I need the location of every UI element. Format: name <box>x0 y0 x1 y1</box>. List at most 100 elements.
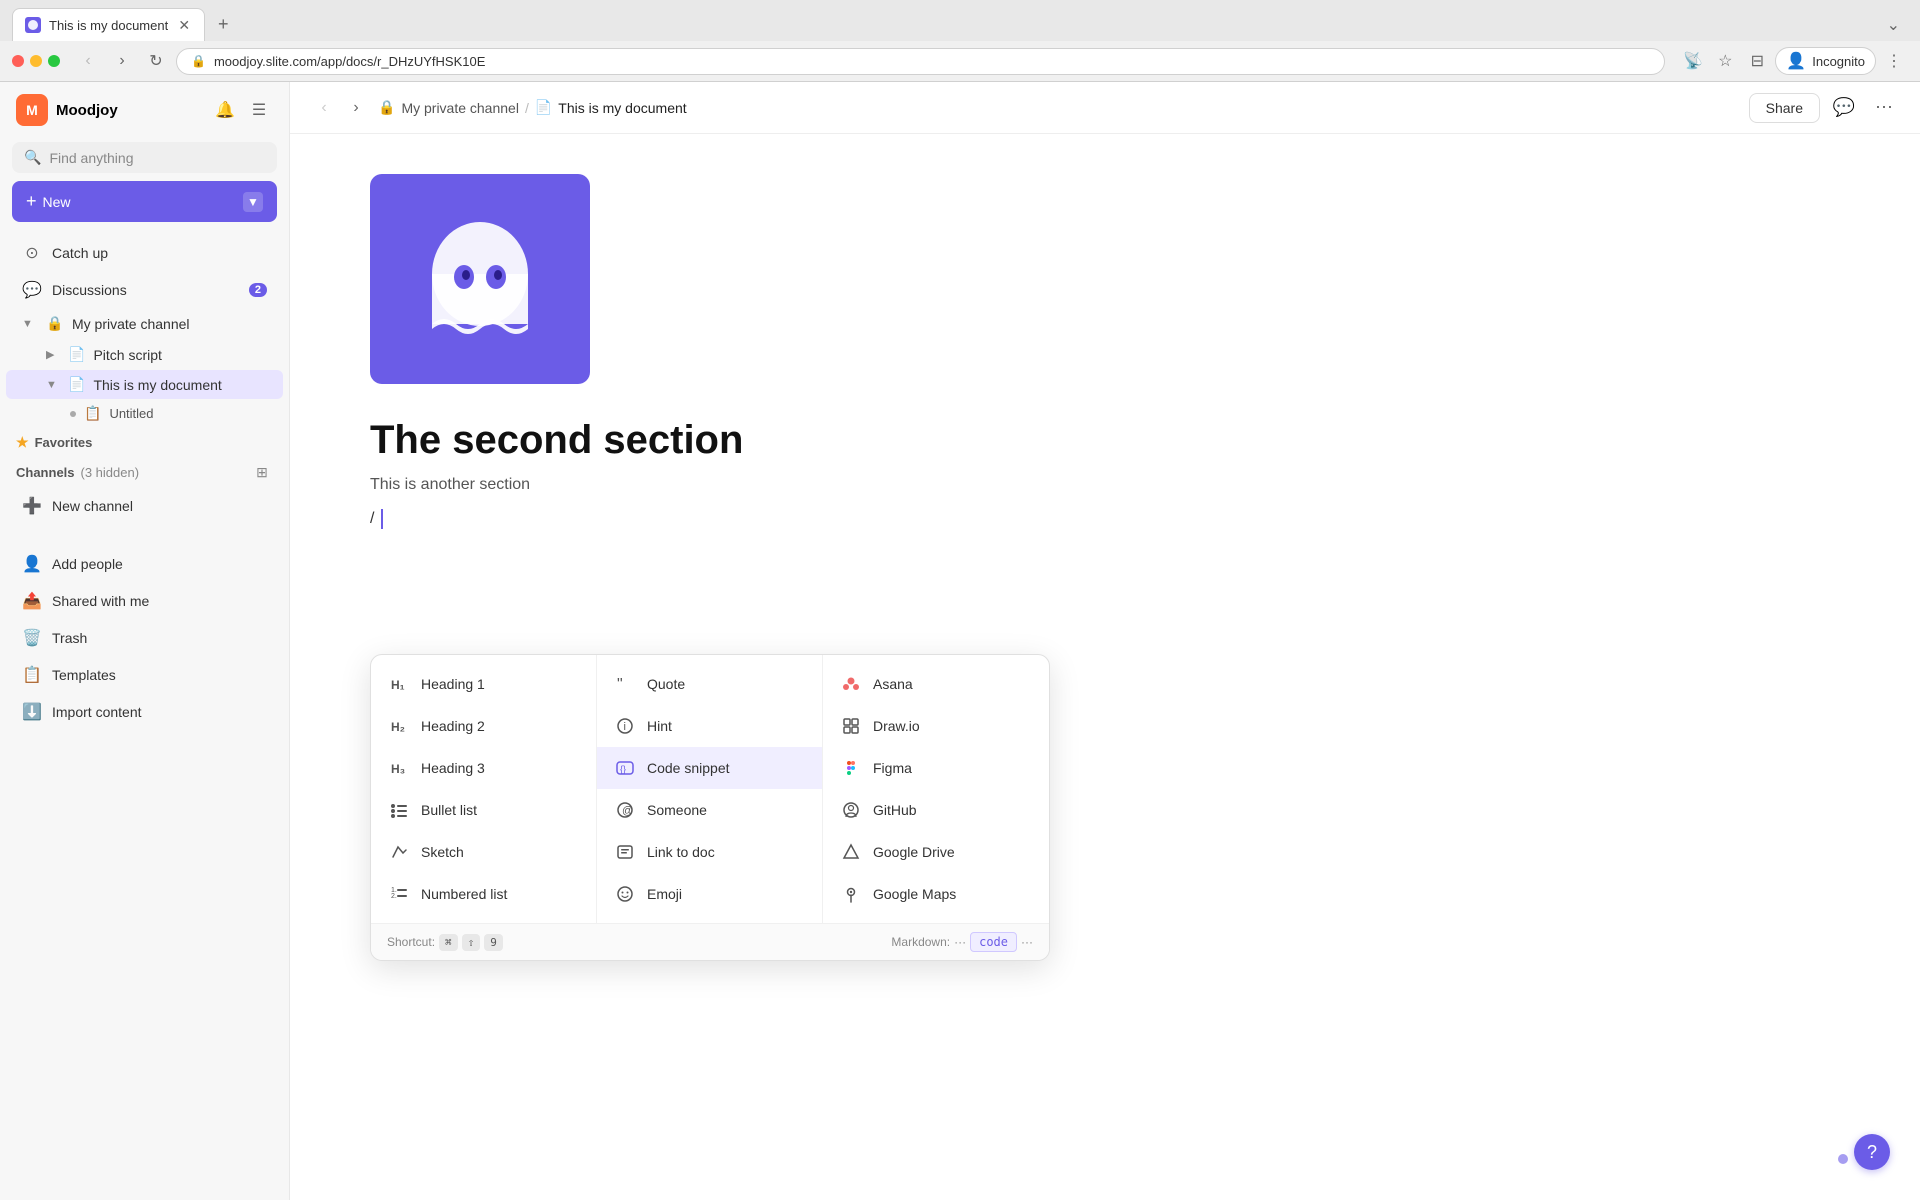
sidebar-header-icons: 🔔 ☰ <box>211 96 273 124</box>
slash-item-sketch[interactable]: Sketch <box>371 831 596 873</box>
slash-item-google-maps[interactable]: Google Maps <box>823 873 1049 915</box>
bookmark-icon[interactable]: ☆ <box>1711 47 1739 75</box>
close-button[interactable] <box>12 55 24 67</box>
doc-section-title: The second section <box>370 416 1840 464</box>
shared-icon: 📤 <box>22 591 42 611</box>
sidebar-item-templates[interactable]: 📋 Templates <box>6 657 283 693</box>
slash-item-label: GitHub <box>873 802 917 818</box>
forward-arrow[interactable]: › <box>342 94 370 122</box>
url-text: moodjoy.slite.com/app/docs/r_DHzUYfHSK10… <box>214 54 1650 69</box>
tab-close-button[interactable]: ✕ <box>176 17 192 33</box>
sidebar-toggle-button[interactable]: ☰ <box>245 96 273 124</box>
svg-text:i: i <box>624 721 626 733</box>
slash-shortcut: Shortcut: ⌘ ⇧ 9 <box>387 934 503 951</box>
trash-icon: 🗑️ <box>22 628 42 648</box>
sidebar-item-discussions[interactable]: 💬 Discussions 2 <box>6 272 283 308</box>
sidebar-nav: ⊙ Catch up 💬 Discussions 2 ▼ 🔒 My privat… <box>0 234 289 1200</box>
subdoc-item-untitled[interactable]: 📋 Untitled <box>6 400 283 427</box>
slash-item-drawio[interactable]: Draw.io <box>823 705 1049 747</box>
split-view-icon[interactable]: ⊟ <box>1743 47 1771 75</box>
breadcrumb-separator: / <box>525 100 529 116</box>
sidebar-item-trash[interactable]: 🗑️ Trash <box>6 620 283 656</box>
heading3-icon: H₃ <box>387 756 411 780</box>
active-tab[interactable]: This is my document ✕ <box>12 8 205 41</box>
slash-item-figma[interactable]: Figma <box>823 747 1049 789</box>
search-bar[interactable]: 🔍 Find anything <box>12 142 277 173</box>
slash-item-emoji[interactable]: Emoji <box>597 873 822 915</box>
slash-item-label: Numbered list <box>421 886 507 902</box>
google-drive-icon <box>839 840 863 864</box>
comment-button[interactable]: 💬 <box>1828 92 1860 124</box>
add-people-icon: 👤 <box>22 554 42 574</box>
top-bar-actions: Share 💬 ⋯ <box>1749 92 1900 124</box>
channels-action-icon[interactable]: ⊞ <box>251 461 273 483</box>
slash-item-code-snippet[interactable]: {} Code snippet <box>597 747 822 789</box>
sidebar-item-shared[interactable]: 📤 Shared with me <box>6 583 283 619</box>
heading1-icon: H₁ <box>387 672 411 696</box>
profile-label: Incognito <box>1812 54 1865 69</box>
more-button[interactable]: ⋯ <box>1868 92 1900 124</box>
my-private-channel[interactable]: ▼ 🔒 My private channel <box>6 309 283 339</box>
help-button[interactable]: ? <box>1854 1134 1890 1170</box>
slash-item-quote[interactable]: " Quote <box>597 663 822 705</box>
doc-section-text: This is another section <box>370 476 1840 494</box>
slash-item-someone[interactable]: @ Someone <box>597 789 822 831</box>
sidebar-item-add-people[interactable]: 👤 Add people <box>6 546 283 582</box>
slash-item-heading1[interactable]: H₁ Heading 1 <box>371 663 596 705</box>
profile-button[interactable]: 👤 Incognito <box>1775 47 1876 75</box>
slash-item-numbered-list[interactable]: 1.2. Numbered list <box>371 873 596 915</box>
url-bar[interactable]: 🔒 moodjoy.slite.com/app/docs/r_DHzUYfHSK… <box>176 48 1665 75</box>
slash-item-bullet-list[interactable]: Bullet list <box>371 789 596 831</box>
minimize-button[interactable] <box>30 55 42 67</box>
slash-item-asana[interactable]: Asana <box>823 663 1049 705</box>
slash-item-hint[interactable]: i Hint <box>597 705 822 747</box>
share-button[interactable]: Share <box>1749 93 1820 123</box>
new-button[interactable]: + New ▼ <box>12 181 277 222</box>
breadcrumb-doc[interactable]: This is my document <box>558 100 686 116</box>
workspace-name: Moodjoy <box>56 102 203 119</box>
slash-item-label: Sketch <box>421 844 464 860</box>
slash-item-heading2[interactable]: H₂ Heading 2 <box>371 705 596 747</box>
code-snippet-icon: {} <box>613 756 637 780</box>
slash-item-heading3[interactable]: H₃ Heading 3 <box>371 747 596 789</box>
breadcrumb-channel[interactable]: My private channel <box>401 100 519 116</box>
doc-item-pitch-script[interactable]: ▶ 📄 Pitch script <box>6 340 283 369</box>
slash-item-google-drive[interactable]: Google Drive <box>823 831 1049 873</box>
search-icon: 🔍 <box>24 149 41 166</box>
link-to-doc-icon <box>613 840 637 864</box>
sidebar: M Moodjoy 🔔 ☰ 🔍 Find anything + New ▼ ⊙ … <box>0 82 290 1200</box>
tab-expand-button[interactable]: ⌄ <box>1887 15 1908 35</box>
tab-title: This is my document <box>49 18 168 33</box>
numbered-list-icon: 1.2. <box>387 882 411 906</box>
subdoc-label: Untitled <box>109 406 153 421</box>
reload-button[interactable]: ↻ <box>142 47 170 75</box>
doc-toggle-icon: ▶ <box>46 348 60 361</box>
channels-title: Channels <box>16 465 75 480</box>
forward-button[interactable]: › <box>108 47 136 75</box>
doc-cursor-line[interactable]: / <box>370 506 1840 532</box>
maximize-button[interactable] <box>48 55 60 67</box>
slash-item-label: Quote <box>647 676 685 692</box>
notifications-button[interactable]: 🔔 <box>211 96 239 124</box>
slash-item-label: Heading 3 <box>421 760 485 776</box>
svg-text:2.: 2. <box>391 893 397 900</box>
doc-hero-image <box>370 174 590 384</box>
back-arrow[interactable]: ‹ <box>310 94 338 122</box>
slash-item-github[interactable]: GitHub <box>823 789 1049 831</box>
markdown-ticks-end: ··· <box>1021 935 1033 949</box>
more-icon[interactable]: ⋮ <box>1880 47 1908 75</box>
doc-item-this-is-my-document[interactable]: ▼ 📄 This is my document <box>6 370 283 399</box>
sidebar-item-new-channel[interactable]: ➕ New channel <box>6 488 283 524</box>
workspace-avatar[interactable]: M <box>16 94 48 126</box>
sidebar-item-catch-up[interactable]: ⊙ Catch up <box>6 235 283 271</box>
favorites-section: ★ Favorites <box>0 428 289 453</box>
new-button-arrow[interactable]: ▼ <box>243 192 263 212</box>
sidebar-item-import[interactable]: ⬇️ Import content <box>6 694 283 730</box>
content-area[interactable]: The second section This is another secti… <box>290 134 1920 1200</box>
search-placeholder: Find anything <box>49 150 133 166</box>
cast-icon[interactable]: 📡 <box>1679 47 1707 75</box>
back-button[interactable]: ‹ <box>74 47 102 75</box>
browser-chrome: This is my document ✕ + ⌄ ‹ › ↻ 🔒 moodjo… <box>0 0 1920 82</box>
slash-item-link-to-doc[interactable]: Link to doc <box>597 831 822 873</box>
new-tab-button[interactable]: + <box>209 11 237 39</box>
